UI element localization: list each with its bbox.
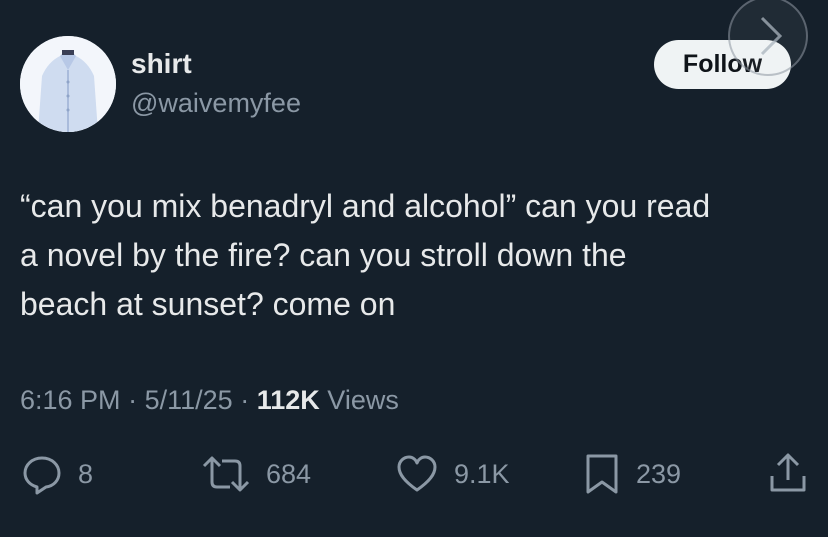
views-label[interactable]: Views	[327, 385, 399, 415]
heart-icon	[397, 455, 437, 492]
reply-icon	[23, 456, 61, 495]
bookmark-icon	[586, 454, 618, 494]
avatar[interactable]	[20, 36, 116, 132]
tweet-line: “can you mix benadryl and alcohol” can y…	[20, 188, 711, 224]
like-count: 9.1K	[454, 458, 510, 489]
repost-button[interactable]: 684	[200, 450, 311, 498]
tweet-text: “can you mix benadryl and alcohol” can y…	[20, 182, 820, 329]
tweet-line: a novel by the fire? can you stroll down…	[20, 237, 627, 273]
tweet-time[interactable]: 6:16 PM	[20, 385, 121, 415]
share-button[interactable]	[766, 450, 810, 498]
tweet-meta: 6:16 PM · 5/11/25 · 112K Views	[20, 385, 399, 416]
repost-icon	[202, 456, 250, 492]
views-count[interactable]: 112K	[257, 385, 320, 415]
meta-separator: ·	[240, 385, 250, 415]
bookmark-button[interactable]: 239	[582, 450, 681, 498]
shirt-avatar-image	[20, 36, 116, 132]
share-icon	[770, 453, 806, 492]
tweet-line: beach at sunset? come on	[20, 286, 396, 322]
tweet-date[interactable]: 5/11/25	[145, 385, 233, 415]
chevron-right-icon	[760, 16, 783, 56]
reply-count: 8	[78, 458, 94, 489]
meta-separator: ·	[128, 385, 138, 415]
reply-button[interactable]: 8	[20, 450, 93, 498]
next-button[interactable]	[728, 0, 808, 76]
bookmark-count: 239	[636, 458, 682, 489]
action-bar: 8 684 9.1K 239	[0, 450, 828, 498]
like-button[interactable]: 9.1K	[394, 450, 510, 498]
user-handle[interactable]: @waivemyfee	[131, 88, 301, 119]
display-name[interactable]: shirt	[131, 48, 192, 80]
repost-count: 684	[266, 458, 312, 489]
